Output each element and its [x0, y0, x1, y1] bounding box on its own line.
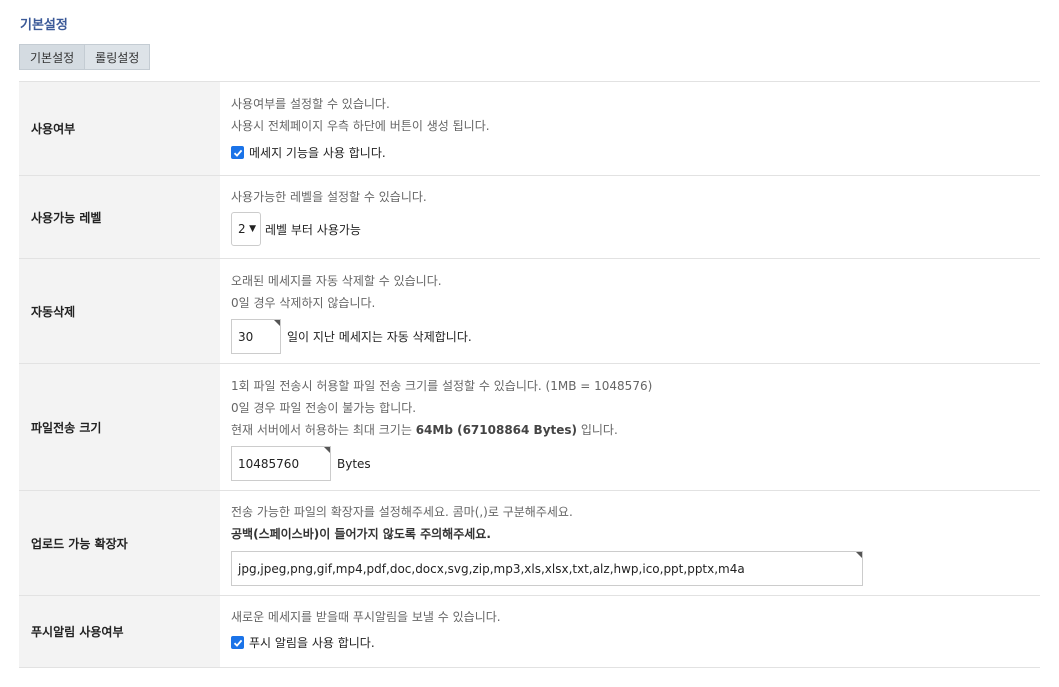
file-size-unit: Bytes [337, 456, 371, 471]
row-label: 사용여부 [19, 82, 220, 175]
row-usage: 사용여부 사용여부를 설정할 수 있습니다. 사용시 전체페이지 우측 하단에 … [19, 82, 1040, 176]
page-title: 기본설정 [20, 18, 68, 33]
checkbox-label[interactable]: 메세지 기능을 사용 합니다. [249, 144, 386, 161]
tab-bar: 기본설정 롤링설정 [19, 44, 151, 70]
message-enable-checkbox[interactable] [231, 146, 244, 159]
max-size-value: 64Mb (67108864 Bytes) [415, 423, 578, 437]
chevron-down-icon: ▼ [249, 224, 256, 234]
row-description: 0일 경우 삭제하지 않습니다. [231, 296, 376, 310]
checkmark-icon [233, 149, 242, 157]
row-push: 푸시알림 사용여부 새로운 메세지를 받을때 푸시알림을 보낼 수 있습니다. … [19, 596, 1040, 668]
checkbox-label[interactable]: 푸시 알림을 사용 합니다. [249, 634, 375, 651]
row-description: 사용여부를 설정할 수 있습니다. [231, 97, 390, 111]
row-description: 새로운 메세지를 받을때 푸시알림을 보낼 수 있습니다. [231, 610, 501, 624]
row-label: 푸시알림 사용여부 [19, 596, 220, 667]
row-auto-delete: 자동삭제 오래된 메세지를 자동 삭제할 수 있습니다. 0일 경우 삭제하지 … [19, 259, 1040, 364]
row-description: 0일 경우 파일 전송이 불가능 합니다. [231, 401, 417, 415]
extensions-input[interactable]: jpg,jpeg,png,gif,mp4,pdf,doc,docx,svg,zi… [231, 551, 863, 586]
row-description: 사용시 전체페이지 우측 하단에 버튼이 생성 됩니다. [231, 119, 490, 133]
row-label: 파일전송 크기 [19, 364, 220, 490]
row-description: 전송 가능한 파일의 확장자를 설정해주세요. 콤마(,)로 구분해주세요. [231, 505, 573, 519]
level-select[interactable]: 2 ▼ [231, 212, 261, 246]
row-level: 사용가능 레벨 사용가능한 레벨을 설정할 수 있습니다. 2 ▼ 레벨 부터 … [19, 176, 1040, 259]
file-size-input[interactable]: 10485760 [231, 446, 331, 481]
push-enable-checkbox[interactable] [231, 636, 244, 649]
tab-rolling-settings[interactable]: 롤링설정 [85, 44, 151, 70]
row-label: 사용가능 레벨 [19, 176, 220, 258]
level-select-value: 2 [238, 222, 246, 236]
auto-delete-suffix: 일이 지난 메세지는 자동 삭제합니다. [287, 330, 472, 344]
auto-delete-days-input[interactable]: 30 [231, 319, 281, 354]
row-label: 업로드 가능 확장자 [19, 491, 220, 595]
row-description: 사용가능한 레벨을 설정할 수 있습니다. [231, 190, 427, 204]
row-description: 오래된 메세지를 자동 삭제할 수 있습니다. [231, 274, 442, 288]
level-suffix: 레벨 부터 사용가능 [265, 222, 361, 237]
row-file-size: 파일전송 크기 1회 파일 전송시 허용할 파일 전송 크기를 설정할 수 있습… [19, 364, 1040, 491]
row-description: 1회 파일 전송시 허용할 파일 전송 크기를 설정할 수 있습니다. (1MB… [231, 379, 653, 393]
row-extensions: 업로드 가능 확장자 전송 가능한 파일의 확장자를 설정해주세요. 콤마(,)… [19, 491, 1040, 596]
checkmark-icon [233, 639, 242, 647]
row-warning: 공백(스페이스바)이 들어가지 않도록 주의해주세요. [231, 527, 491, 541]
row-description: 현재 서버에서 허용하는 최대 크기는 64Mb (67108864 Bytes… [231, 423, 618, 437]
row-label: 자동삭제 [19, 259, 220, 363]
settings-form: 사용여부 사용여부를 설정할 수 있습니다. 사용시 전체페이지 우측 하단에 … [19, 81, 1040, 668]
tab-basic-settings[interactable]: 기본설정 [19, 44, 86, 70]
